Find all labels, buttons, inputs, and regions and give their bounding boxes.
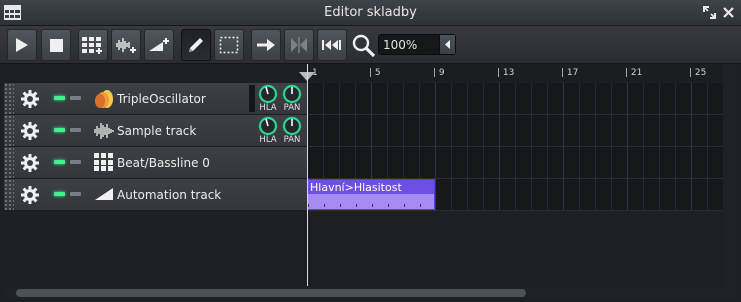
stop-icon bbox=[49, 38, 63, 52]
knob-icon bbox=[282, 116, 302, 136]
drag-grip[interactable] bbox=[4, 83, 14, 114]
auto-scroll-button[interactable] bbox=[251, 29, 281, 61]
automation-clip[interactable]: Hlavní>Hlasitost bbox=[307, 179, 435, 210]
edit-mode-button[interactable] bbox=[214, 29, 244, 61]
solo-toggle[interactable] bbox=[70, 160, 81, 164]
track-row[interactable]: Beat/Bassline 0 bbox=[4, 147, 307, 179]
gear-icon[interactable] bbox=[20, 153, 40, 173]
window-title: Editor skladby bbox=[324, 5, 417, 20]
zoom-combobox[interactable]: 100% bbox=[378, 34, 456, 55]
pan-knob[interactable]: PAN bbox=[280, 84, 304, 113]
close-icon[interactable] bbox=[722, 6, 735, 19]
empty-track-area[interactable] bbox=[4, 211, 723, 286]
track-name: Sample track bbox=[117, 124, 197, 138]
volume-knob[interactable]: HLA bbox=[256, 84, 280, 113]
solo-toggle[interactable] bbox=[70, 96, 81, 100]
ruler-label: | 25 bbox=[689, 68, 707, 78]
magnifier-icon bbox=[352, 34, 376, 58]
rewind-start-icon bbox=[322, 40, 341, 50]
gear-icon[interactable] bbox=[20, 185, 40, 205]
play-button[interactable] bbox=[7, 29, 37, 61]
toolbar: 100% bbox=[0, 26, 741, 64]
knob-label: PAN bbox=[283, 103, 301, 113]
title-bar: Editor skladby bbox=[0, 0, 741, 26]
knob-label: PAN bbox=[283, 135, 301, 145]
ruler-label: | 17 bbox=[561, 68, 579, 78]
stop-behaviour-button[interactable] bbox=[317, 29, 347, 61]
track-lane[interactable] bbox=[307, 83, 723, 115]
clip-beat-ticks bbox=[308, 204, 434, 207]
track-name: Beat/Bassline 0 bbox=[117, 156, 210, 170]
track-lane[interactable] bbox=[307, 115, 723, 147]
mute-toggle[interactable] bbox=[54, 96, 65, 100]
gear-icon[interactable] bbox=[20, 121, 40, 141]
arrow-right-icon bbox=[257, 39, 275, 51]
knob-icon bbox=[258, 116, 278, 136]
horizontal-scrollbar[interactable] bbox=[4, 287, 737, 299]
maximize-icon[interactable] bbox=[703, 6, 716, 19]
automation-add-icon bbox=[149, 38, 169, 51]
track-name: TripleOscillator bbox=[117, 92, 206, 106]
ruler-label: | 9 bbox=[433, 68, 445, 78]
playhead-line bbox=[307, 64, 308, 286]
volume-knob[interactable]: HLA bbox=[256, 116, 280, 145]
track-lane[interactable] bbox=[307, 147, 723, 179]
volume-meter bbox=[249, 85, 255, 112]
pan-knob[interactable]: PAN bbox=[280, 116, 304, 145]
play-icon bbox=[16, 38, 28, 52]
track-row[interactable]: Sample track HLA PAN bbox=[4, 115, 307, 147]
knob-label: HLA bbox=[259, 135, 277, 145]
gear-icon[interactable] bbox=[20, 89, 40, 109]
stop-button[interactable] bbox=[41, 29, 71, 61]
ruler-label: | 13 bbox=[497, 68, 515, 78]
pencil-icon bbox=[189, 38, 203, 52]
knob-icon bbox=[282, 84, 302, 104]
waveform-add-icon bbox=[116, 38, 136, 53]
mute-toggle[interactable] bbox=[54, 160, 65, 164]
ruler-label: | 5 bbox=[369, 68, 381, 78]
solo-toggle[interactable] bbox=[70, 128, 81, 132]
track-row[interactable]: Automation track bbox=[4, 179, 307, 211]
triple-oscillator-icon bbox=[95, 90, 113, 108]
waveform-icon bbox=[94, 123, 114, 139]
beat-grid-add-icon bbox=[82, 37, 102, 54]
beat-grid-icon bbox=[94, 153, 113, 171]
chevron-left-icon bbox=[445, 40, 450, 49]
drag-grip[interactable] bbox=[4, 147, 14, 178]
zoom-value: 100% bbox=[383, 38, 418, 52]
solo-toggle[interactable] bbox=[70, 192, 81, 196]
scrollbar-thumb[interactable] bbox=[16, 289, 526, 297]
add-sample-track-button[interactable] bbox=[111, 29, 141, 61]
add-automation-track-button[interactable] bbox=[144, 29, 174, 61]
knob-icon bbox=[258, 84, 278, 104]
drag-grip[interactable] bbox=[4, 115, 14, 146]
track-name: Automation track bbox=[117, 188, 222, 202]
timeline-ruler[interactable]: 1 | 5 | 9 | 13 | 17 | 21 | 25 bbox=[307, 64, 723, 82]
ruler-label: | 21 bbox=[625, 68, 643, 78]
track-row[interactable]: TripleOscillator HLA PAN bbox=[4, 83, 307, 115]
mute-toggle[interactable] bbox=[54, 192, 65, 196]
loop-points-icon bbox=[291, 37, 307, 53]
selection-rect-icon bbox=[219, 36, 239, 54]
clip-label: Hlavní>Hlasitost bbox=[310, 181, 402, 194]
zoom-dropdown-arrow[interactable] bbox=[439, 35, 455, 54]
add-beat-bassline-button[interactable] bbox=[78, 29, 108, 61]
loop-points-button[interactable] bbox=[284, 29, 314, 61]
mute-toggle[interactable] bbox=[54, 128, 65, 132]
drag-grip[interactable] bbox=[4, 179, 14, 210]
automation-ramp-icon bbox=[95, 188, 113, 200]
draw-mode-button[interactable] bbox=[181, 29, 211, 61]
vertical-scrollbar[interactable] bbox=[723, 64, 737, 286]
knob-label: HLA bbox=[259, 103, 277, 113]
